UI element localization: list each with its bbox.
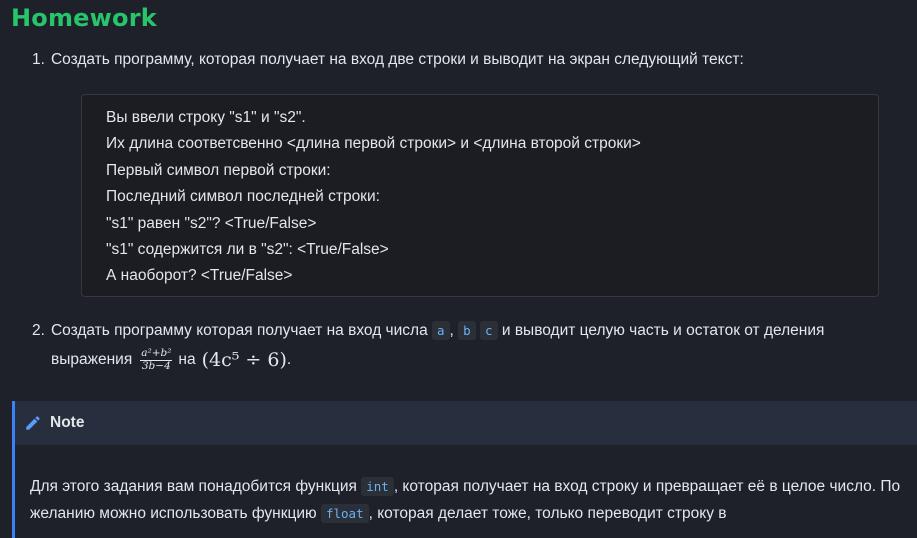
math-fraction: a²+b² 3b−4 xyxy=(140,348,173,372)
task-1-number: 1. xyxy=(32,51,45,68)
task-1-text: Создать программу, которая получает на в… xyxy=(50,51,744,68)
note-text-3: , которая делает тоже, только переводит … xyxy=(368,505,727,522)
task-2-number: 2. xyxy=(32,322,45,339)
code-line: "s1" содержится ли в "s2": <True/False> xyxy=(106,241,389,259)
code-line: А наоборот? <True/False> xyxy=(106,267,293,285)
code-line: Первый символ первой строки: xyxy=(106,161,331,179)
task-2-text-expression: выражения xyxy=(51,351,133,368)
task-2-text-na: на xyxy=(178,351,196,368)
inline-code-b: b xyxy=(458,321,476,340)
code-block[interactable]: Вы ввели строку "s1" и "s2". Их длина со… xyxy=(81,94,879,297)
task-2-line-1: 2. Создать программу которая получает на … xyxy=(32,317,902,345)
inline-code-float: float xyxy=(320,504,369,523)
fraction-denominator: 3b−4 xyxy=(141,360,171,372)
separator: , xyxy=(449,322,454,339)
note-admonition: Note Для этого задания вам понадобится ф… xyxy=(12,401,917,538)
page: Homework 1. Создать программу, которая по… xyxy=(0,0,917,538)
task-2: 2. Создать программу которая получает на … xyxy=(32,317,902,375)
code-line: Вы ввели строку "s1" и "s2". xyxy=(106,109,306,126)
inline-code-c: c xyxy=(480,321,498,340)
task-2-text: Создать программу которая получает на вх… xyxy=(50,322,428,339)
task-1: 1. Создать программу, которая получает на… xyxy=(32,46,744,74)
note-title: Note xyxy=(50,414,85,431)
math-expression: (4c⁵ ÷ 6) xyxy=(201,349,287,371)
note-header[interactable]: Note xyxy=(15,401,917,445)
code-line: Последний символ последней строки: xyxy=(106,188,380,206)
inline-code-int: int xyxy=(361,477,394,496)
pencil-icon xyxy=(24,414,42,432)
task-2-line-2: выражения a²+b² 3b−4 на (4c⁵ ÷ 6). xyxy=(32,345,902,375)
note-text-1: Для этого задания вам понадобится функци… xyxy=(30,478,357,495)
inline-code-a: a xyxy=(432,321,450,340)
note-body: Для этого задания вам понадобится функци… xyxy=(15,445,917,527)
task-2-text-after: и выводит целую часть и остаток от делен… xyxy=(501,322,825,339)
code-line: Их длина соответсвенно <длина первой стр… xyxy=(106,135,641,153)
code-line: "s1" равен "s2"? <True/False> xyxy=(106,214,317,232)
page-title: Homework xyxy=(11,4,157,32)
task-2-end: . xyxy=(286,351,292,368)
